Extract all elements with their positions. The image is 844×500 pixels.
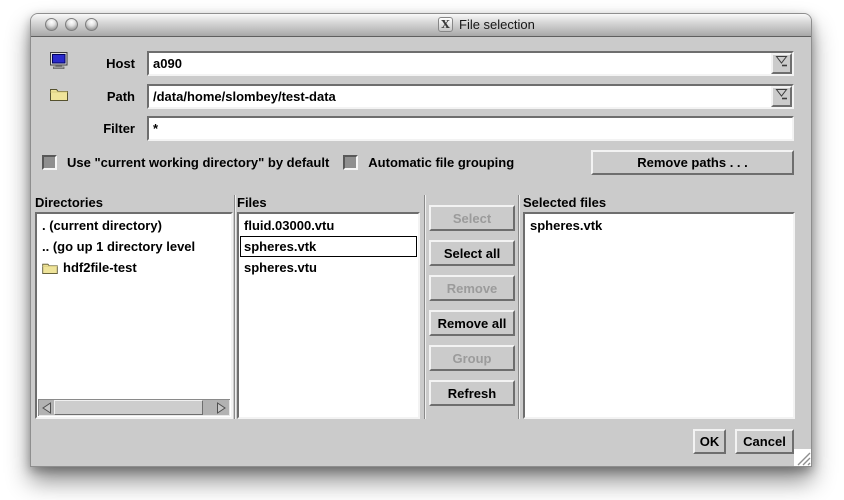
remove-paths-button[interactable]: Remove paths . . . xyxy=(591,150,794,175)
list-item[interactable]: .. (go up 1 directory level xyxy=(38,236,230,257)
filter-field xyxy=(147,116,794,141)
checkbox-indicator xyxy=(42,155,57,170)
path-row: Path xyxy=(50,83,794,109)
list-item[interactable]: spheres.vtu xyxy=(240,257,417,278)
selected-files-listbox[interactable]: spheres.vtk xyxy=(523,212,795,419)
file-name: fluid.03000.vtu xyxy=(244,218,334,233)
ok-button[interactable]: OK xyxy=(693,429,726,454)
path-label: Path xyxy=(107,89,136,104)
use-cwd-label: Use "current working directory" by defau… xyxy=(67,155,329,170)
remove-all-button[interactable]: Remove all xyxy=(429,310,515,336)
directories-panel: Directories . (current directory) .. (go… xyxy=(35,195,233,419)
checkbox-indicator xyxy=(343,155,358,170)
triangle-left-icon xyxy=(41,402,52,414)
selected-files-panel: Selected files spheres.vtk xyxy=(523,195,795,419)
scroll-right-button[interactable] xyxy=(214,400,229,415)
refresh-button[interactable]: Refresh xyxy=(429,380,515,406)
list-item[interactable]: spheres.vtk xyxy=(526,215,792,236)
directory-name: hdf2file-test xyxy=(63,260,137,275)
directory-name: .. (go up 1 directory level xyxy=(42,239,195,254)
resize-grip-icon[interactable] xyxy=(794,449,811,466)
directory-name: . (current directory) xyxy=(42,218,162,233)
select-all-button[interactable]: Select all xyxy=(429,240,515,266)
file-selection-dialog: X File selection Host xyxy=(30,13,812,467)
select-button[interactable]: Select xyxy=(429,205,515,231)
cancel-button[interactable]: Cancel xyxy=(735,429,794,454)
window-title: File selection xyxy=(459,17,535,32)
splitter-handle[interactable] xyxy=(420,195,429,419)
footer: OK Cancel xyxy=(693,429,794,454)
filter-label: Filter xyxy=(103,121,136,136)
file-name: spheres.vtu xyxy=(244,260,317,275)
splitter-handle[interactable] xyxy=(515,195,523,419)
directories-label: Directories xyxy=(35,195,233,212)
host-row: Host xyxy=(50,50,794,76)
zoom-button[interactable] xyxy=(85,18,98,31)
file-name: spheres.vtk xyxy=(530,218,602,233)
host-dropdown-button[interactable] xyxy=(771,53,792,74)
triangle-right-icon xyxy=(216,402,227,414)
titlebar[interactable]: X File selection xyxy=(31,14,811,37)
group-button[interactable]: Group xyxy=(429,345,515,371)
auto-grouping-label: Automatic file grouping xyxy=(368,155,514,170)
path-combobox xyxy=(147,84,794,109)
chevron-down-icon xyxy=(775,54,788,72)
dialog-content: Host xyxy=(31,37,811,466)
filter-row: Filter xyxy=(50,115,794,141)
path-dropdown-button[interactable] xyxy=(771,86,792,107)
minimize-button[interactable] xyxy=(65,18,78,31)
selected-files-label: Selected files xyxy=(523,195,795,212)
close-button[interactable] xyxy=(45,18,58,31)
horizontal-scrollbar[interactable] xyxy=(38,399,230,416)
file-name: spheres.vtk xyxy=(244,239,316,254)
files-listbox[interactable]: fluid.03000.vtu spheres.vtk spheres.vtu xyxy=(237,212,420,419)
scroll-left-button[interactable] xyxy=(39,400,54,415)
list-item[interactable]: . (current directory) xyxy=(38,215,230,236)
path-input[interactable] xyxy=(149,86,771,107)
remove-button[interactable]: Remove xyxy=(429,275,515,301)
host-label: Host xyxy=(106,56,136,71)
host-input[interactable] xyxy=(149,53,771,74)
files-label: Files xyxy=(237,195,420,212)
actions-column: Select Select all Remove Remove all Grou… xyxy=(429,195,515,419)
options-row: Use "current working directory" by defau… xyxy=(42,150,794,175)
panels-area: Directories . (current directory) .. (go… xyxy=(35,195,795,419)
list-item[interactable]: fluid.03000.vtu xyxy=(240,215,417,236)
computer-icon xyxy=(50,52,70,74)
auto-grouping-checkbox[interactable]: Automatic file grouping xyxy=(343,155,514,170)
list-item[interactable]: hdf2file-test xyxy=(38,257,230,278)
use-cwd-checkbox[interactable]: Use "current working directory" by defau… xyxy=(42,155,329,170)
list-item-focused[interactable]: spheres.vtk xyxy=(240,236,417,257)
folder-icon xyxy=(42,262,58,274)
host-combobox xyxy=(147,51,794,76)
chevron-down-icon xyxy=(775,87,788,105)
filter-input[interactable] xyxy=(149,118,792,139)
folder-icon xyxy=(50,87,68,106)
scrollbar-thumb[interactable] xyxy=(54,400,203,415)
x11-app-icon: X xyxy=(438,17,453,32)
directories-listbox[interactable]: . (current directory) .. (go up 1 direct… xyxy=(35,212,233,419)
files-panel: Files fluid.03000.vtu spheres.vtk sphere… xyxy=(237,195,420,419)
window-title-group: X File selection xyxy=(438,17,535,32)
